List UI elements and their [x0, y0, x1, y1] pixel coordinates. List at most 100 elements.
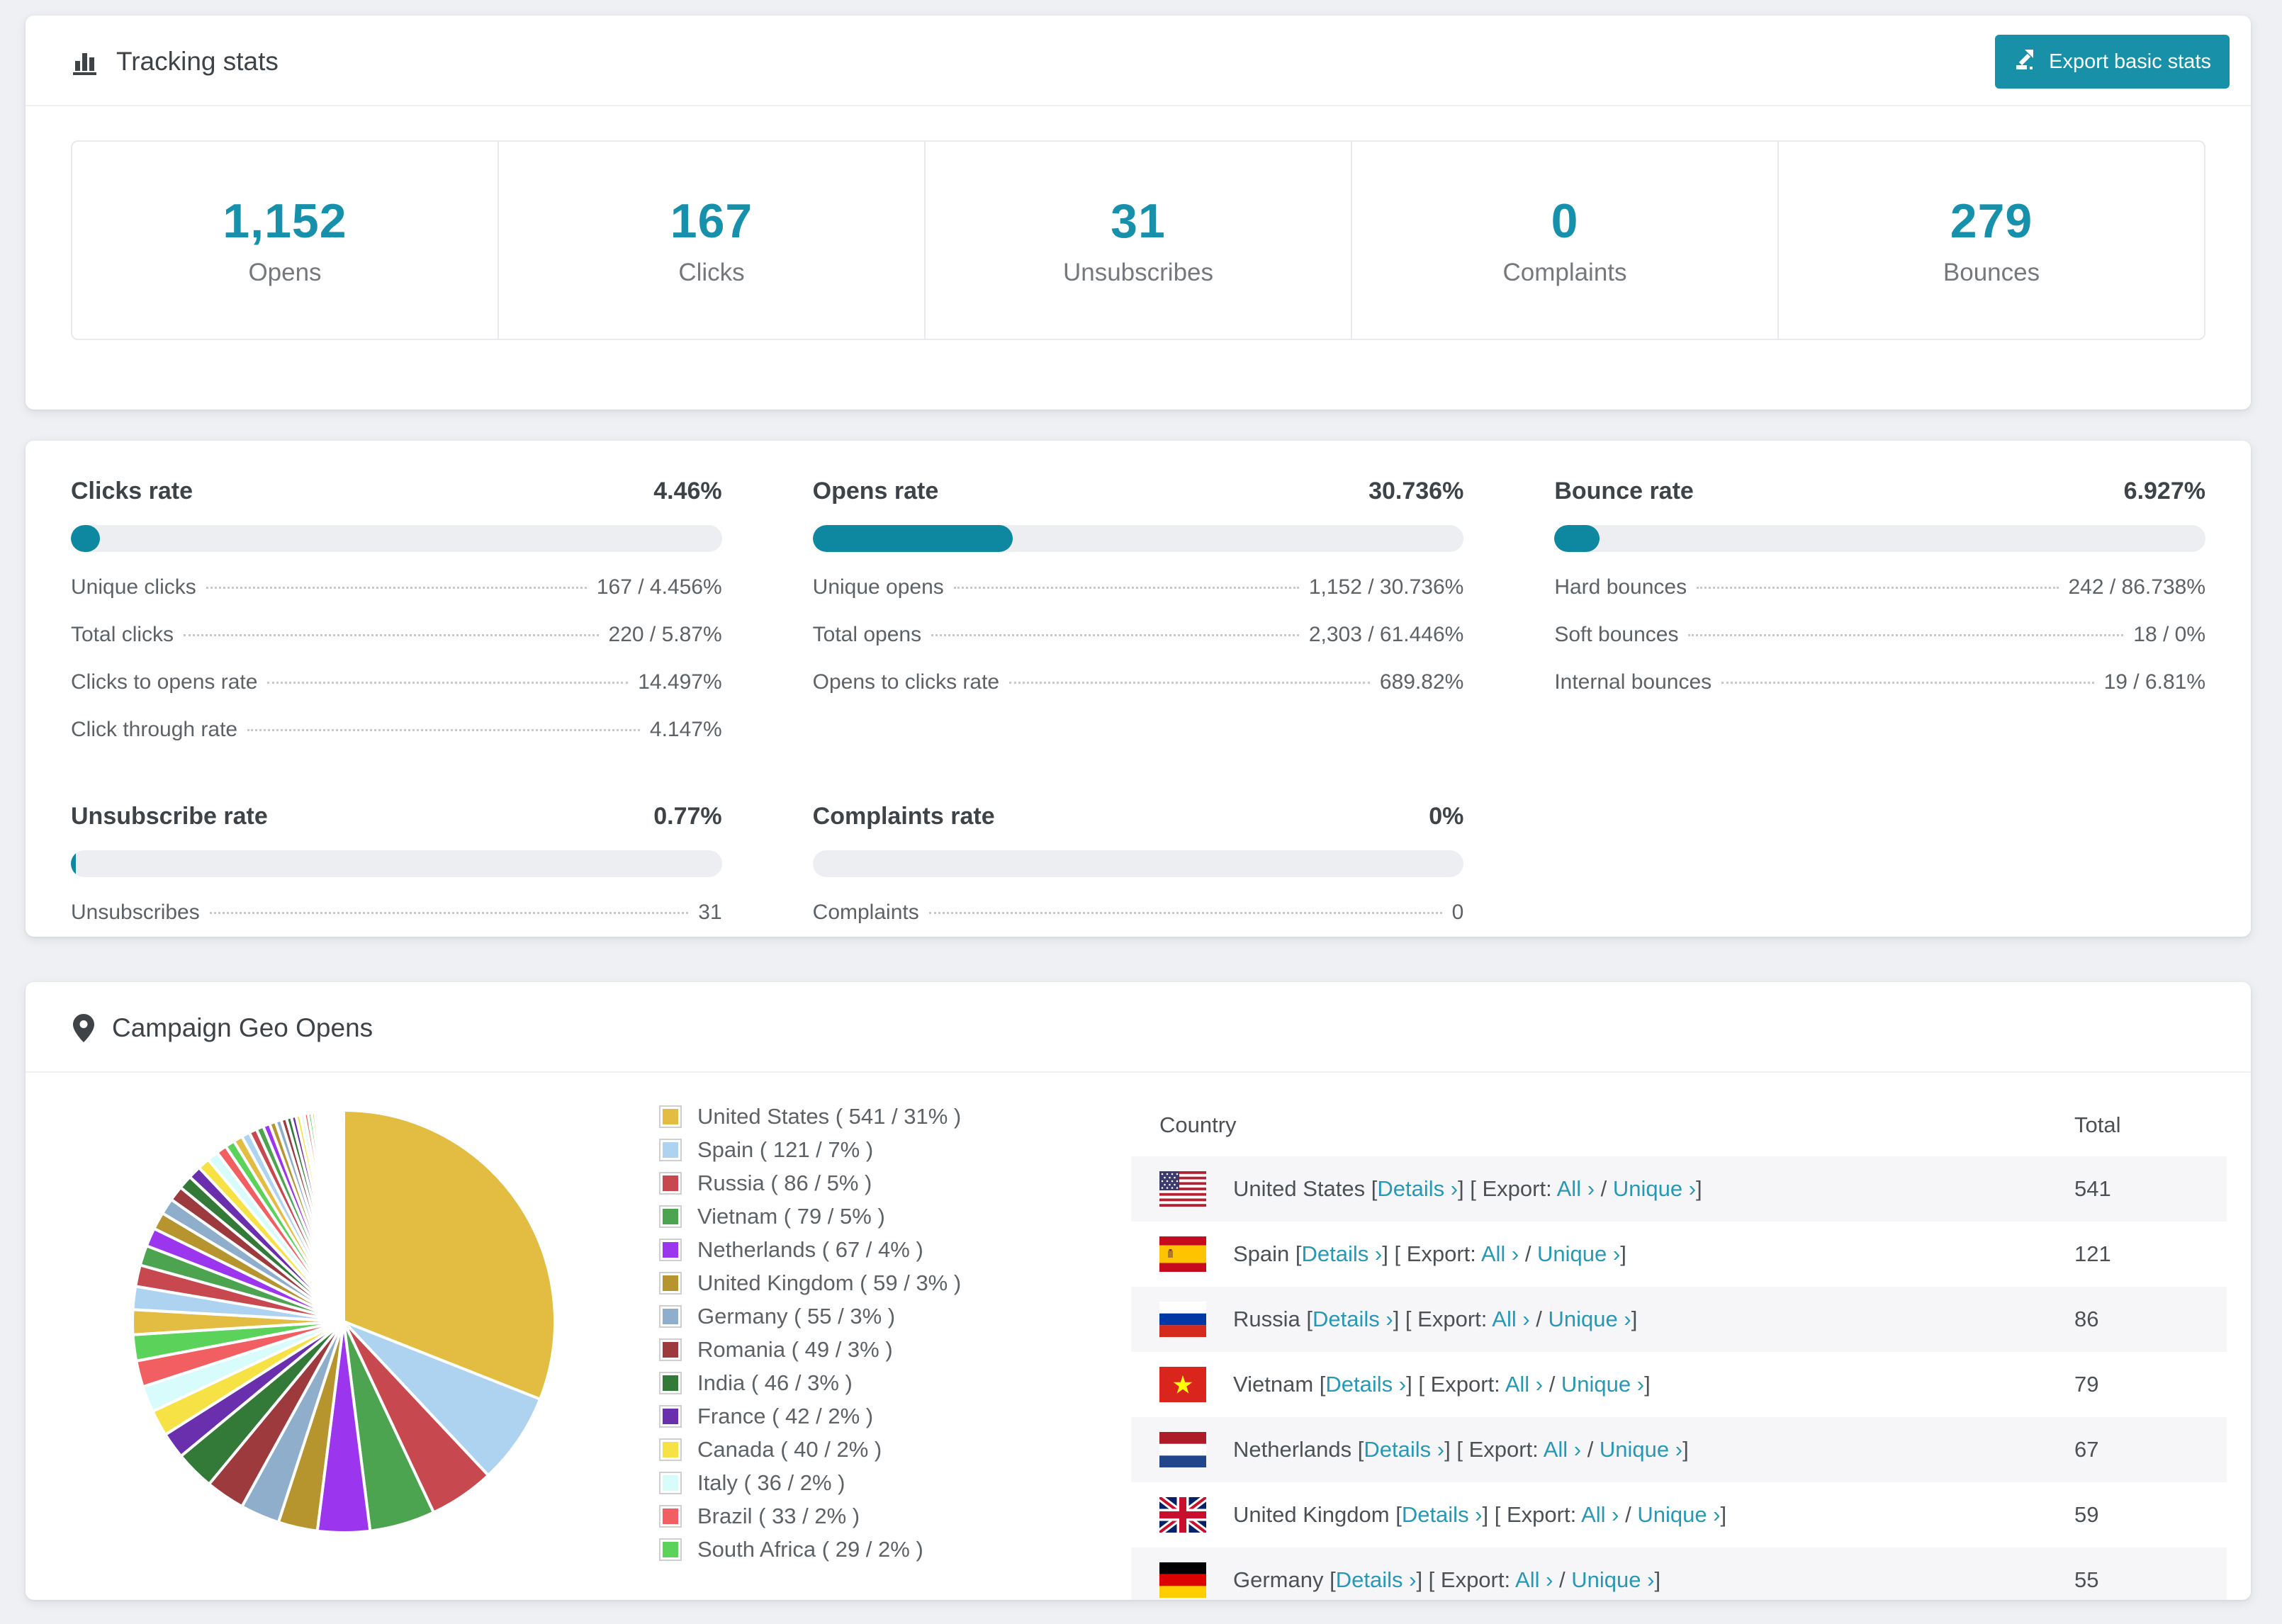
rate-row-label: Unsubscribes — [71, 901, 200, 924]
stat-label: Complaints — [1502, 259, 1627, 286]
export-unique-link[interactable]: Unique › — [1600, 1437, 1682, 1462]
dotted-leader — [1721, 682, 2094, 684]
rate-row-value: 0 — [1451, 901, 1464, 924]
stat-cell-opens: 1,152 Opens — [72, 142, 498, 339]
details-link[interactable]: Details › — [1364, 1437, 1444, 1462]
country-cell: United Kingdom [Details ›] [ Export: All… — [1131, 1482, 2074, 1547]
legend-swatch — [659, 1405, 682, 1428]
rate-head: Bounce rate 6.927% — [1554, 478, 2205, 505]
rate-section-clicks-rate: Clicks rate 4.46% Unique clicks 167 / 4.456… — [71, 478, 722, 742]
legend-swatch — [659, 1505, 682, 1528]
export-all-link[interactable]: All › — [1492, 1307, 1529, 1331]
rate-row-value: 689.82% — [1379, 670, 1464, 694]
dotted-leader — [209, 912, 689, 914]
stat-label: Clicks — [678, 259, 745, 286]
rate-row: Total opens 2,303 / 61.446% — [813, 623, 1464, 647]
legend-item-germany: Germany ( 55 / 3% ) — [659, 1304, 1091, 1329]
section-title: Campaign Geo Opens — [112, 1013, 373, 1042]
rate-head: Opens rate 30.736% — [813, 478, 1464, 505]
legend-swatch — [659, 1472, 682, 1494]
rate-row-label: Soft bounces — [1554, 623, 1679, 646]
dotted-leader — [928, 912, 1442, 914]
rates-card: Clicks rate 4.46% Unique clicks 167 / 4.456… — [26, 441, 2251, 937]
legend-label: France ( 42 / 2% ) — [697, 1404, 874, 1428]
flag-us-icon — [1159, 1171, 1206, 1207]
export-unique-link[interactable]: Unique › — [1571, 1567, 1654, 1592]
export-all-link[interactable]: All › — [1557, 1176, 1595, 1201]
export-all-link[interactable]: All › — [1544, 1437, 1581, 1462]
legend-item-united-kingdom: United Kingdom ( 59 / 3% ) — [659, 1270, 1091, 1296]
rate-row: Opens to clicks rate 689.82% — [813, 670, 1464, 694]
map-pin-icon — [71, 1013, 96, 1044]
dotted-leader — [1697, 587, 2059, 589]
bracket: ] — [1720, 1502, 1727, 1527]
rate-section-complaints-rate: Complaints rate 0% Complaints 0 — [812, 803, 1464, 925]
legend-item-united-states: United States ( 541 / 31% ) — [659, 1104, 1091, 1129]
bracket: ] [ — [1393, 1307, 1412, 1331]
country-cell: Vietnam [Details ›] [ Export: All › / Un… — [1131, 1352, 2074, 1417]
details-link[interactable]: Details › — [1402, 1502, 1483, 1527]
slash: / — [1529, 1307, 1548, 1331]
details-link[interactable]: Details › — [1325, 1372, 1406, 1397]
export-all-link[interactable]: All › — [1481, 1241, 1519, 1266]
slash: / — [1519, 1241, 1538, 1266]
export-icon — [2013, 47, 2038, 77]
tracking-stats-page: { "colors": { "accent_bar": "#0E87A1", "… — [0, 0, 2282, 1624]
rate-row-label: Opens to clicks rate — [812, 670, 1000, 694]
stat-value: 31 — [1111, 194, 1166, 248]
progress-bar-fill — [71, 850, 77, 877]
export-all-link[interactable]: All › — [1505, 1372, 1543, 1397]
export-all-link[interactable]: All › — [1515, 1567, 1553, 1592]
rate-row-label: Unique clicks — [71, 575, 196, 599]
rate-row-value: 14.497% — [638, 670, 722, 694]
export-label: Export: — [1462, 1437, 1544, 1462]
export-unique-link[interactable]: Unique › — [1561, 1372, 1644, 1397]
export-unique-link[interactable]: Unique › — [1637, 1502, 1720, 1527]
rate-head: Complaints rate 0% — [813, 803, 1464, 830]
rate-row-label: Hard bounces — [1554, 575, 1687, 599]
export-all-link[interactable]: All › — [1581, 1502, 1619, 1527]
details-link[interactable]: Details › — [1336, 1567, 1417, 1592]
details-link[interactable]: Details › — [1377, 1176, 1458, 1201]
country-name: Netherlands — [1233, 1437, 1358, 1462]
rate-row: Unique opens 1,152 / 30.736% — [813, 575, 1464, 599]
export-unique-link[interactable]: Unique › — [1613, 1176, 1696, 1201]
legend-swatch — [659, 1538, 682, 1561]
rate-row-value: 220 / 5.87% — [608, 623, 722, 646]
export-unique-link[interactable]: Unique › — [1548, 1307, 1631, 1331]
stat-cell-complaints: 0 Complaints — [1351, 142, 1777, 339]
column-header-total: Total — [2074, 1112, 2121, 1137]
rate-row-label: Click through rate — [71, 718, 238, 741]
details-link[interactable]: Details › — [1313, 1307, 1393, 1331]
bar-chart-icon — [71, 47, 101, 77]
export-unique-link[interactable]: Unique › — [1537, 1241, 1620, 1266]
rate-row-label: Total opens — [812, 623, 922, 646]
table-header-row: Country Total — [1131, 1094, 2227, 1156]
export-label: Export: — [1424, 1372, 1505, 1397]
export-label: Export: — [1400, 1241, 1481, 1266]
export-label: Export: — [1500, 1502, 1582, 1527]
rate-row-value: 31 — [698, 901, 722, 924]
bracket: ] — [1682, 1437, 1689, 1462]
legend-swatch — [659, 1105, 682, 1128]
geo-header: Campaign Geo Opens — [26, 982, 2251, 1073]
country-links: Russia [Details ›] [ Export: All › / Uni… — [1233, 1307, 1637, 1332]
bracket: ] — [1654, 1567, 1661, 1592]
flag-nl-icon — [1159, 1432, 1206, 1467]
slash: / — [1619, 1502, 1638, 1527]
country-links: United Kingdom [Details ›] [ Export: All… — [1233, 1502, 1726, 1528]
pie-slice-other-43 — [341, 1108, 345, 1322]
rates-grid: Clicks rate 4.46% Unique clicks 167 / 4.456… — [26, 441, 2251, 925]
legend-label: South Africa ( 29 / 2% ) — [697, 1537, 923, 1562]
export-basic-stats-button[interactable]: Export basic stats — [1995, 35, 2230, 89]
rate-row: Hard bounces 242 / 86.738% — [1554, 575, 2205, 599]
bracket: ] — [1620, 1241, 1626, 1266]
progress-bar-fill — [71, 525, 100, 552]
legend-swatch — [659, 1239, 682, 1261]
legend-label: Italy ( 36 / 2% ) — [697, 1470, 845, 1495]
country-name: Russia — [1233, 1307, 1307, 1331]
country-cell-content: United Kingdom [Details ›] [ Export: All… — [1159, 1497, 2074, 1533]
details-link[interactable]: Details › — [1302, 1241, 1383, 1266]
progress-bar-fill — [812, 525, 1013, 552]
rate-row-value: 18 / 0% — [2133, 623, 2205, 646]
